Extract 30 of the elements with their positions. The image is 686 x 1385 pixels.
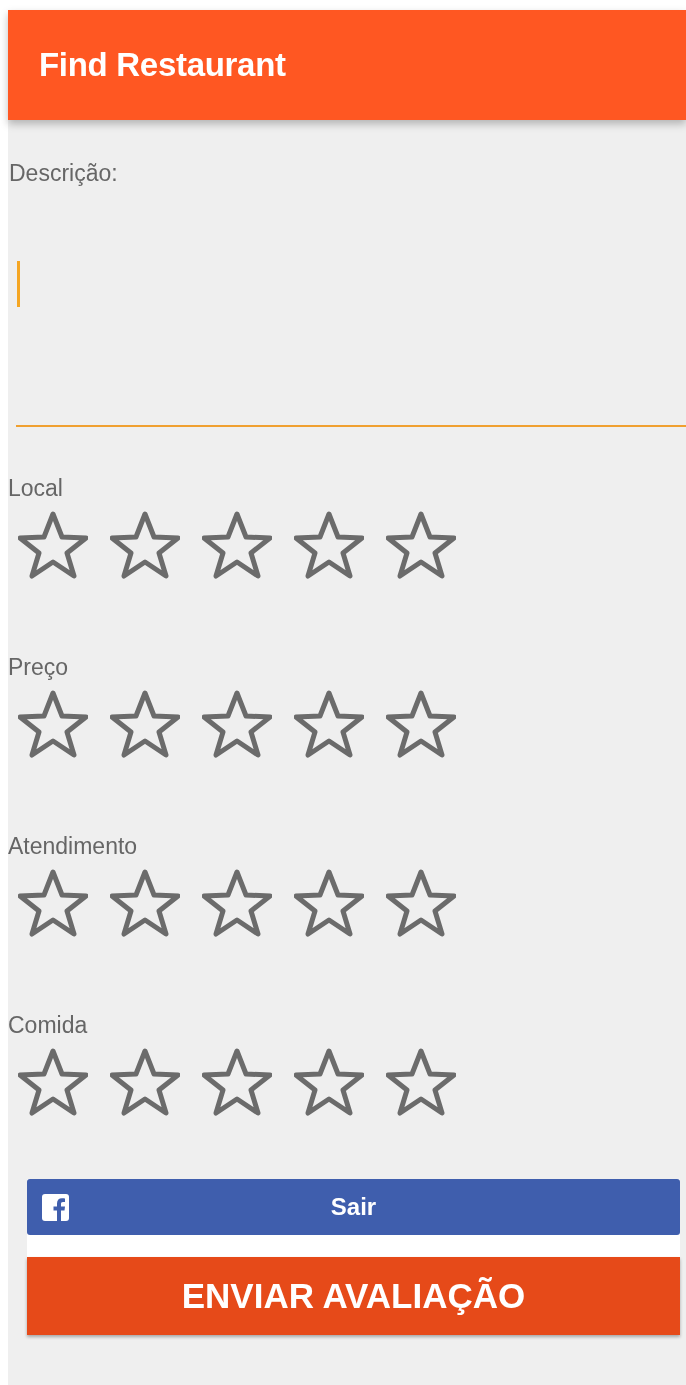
star-icon[interactable] <box>18 868 88 938</box>
star-icon[interactable] <box>386 1047 456 1117</box>
app-title: Find Restaurant <box>39 46 286 84</box>
star-icon[interactable] <box>294 689 364 759</box>
star-icon[interactable] <box>202 689 272 759</box>
star-icon[interactable] <box>202 510 272 580</box>
submit-button[interactable]: ENVIAR AVALIAÇÃO <box>27 1257 680 1335</box>
field-label: Descrição: <box>8 160 119 187</box>
facebook-icon <box>42 1194 69 1221</box>
star-icon[interactable] <box>202 1047 272 1117</box>
star-icon[interactable] <box>110 510 180 580</box>
rating-label: Local <box>8 475 64 502</box>
star-icon[interactable] <box>386 868 456 938</box>
text-cursor <box>17 261 20 307</box>
star-icon[interactable] <box>386 689 456 759</box>
star-icon[interactable] <box>294 1047 364 1117</box>
star-icon[interactable] <box>386 510 456 580</box>
star-icon[interactable] <box>294 510 364 580</box>
star-icon[interactable] <box>110 868 180 938</box>
star-icon[interactable] <box>18 1047 88 1117</box>
rating-label: Atendimento <box>8 833 139 860</box>
star-icon[interactable] <box>18 510 88 580</box>
facebook-logout-button[interactable]: Sair <box>27 1179 680 1235</box>
star-icon[interactable] <box>110 1047 180 1117</box>
star-icon[interactable] <box>110 689 180 759</box>
star-icon[interactable] <box>202 868 272 938</box>
star-icon[interactable] <box>294 868 364 938</box>
rating-label: Preço <box>8 654 70 681</box>
rating-label: Comida <box>8 1012 89 1039</box>
star-icon[interactable] <box>18 689 88 759</box>
